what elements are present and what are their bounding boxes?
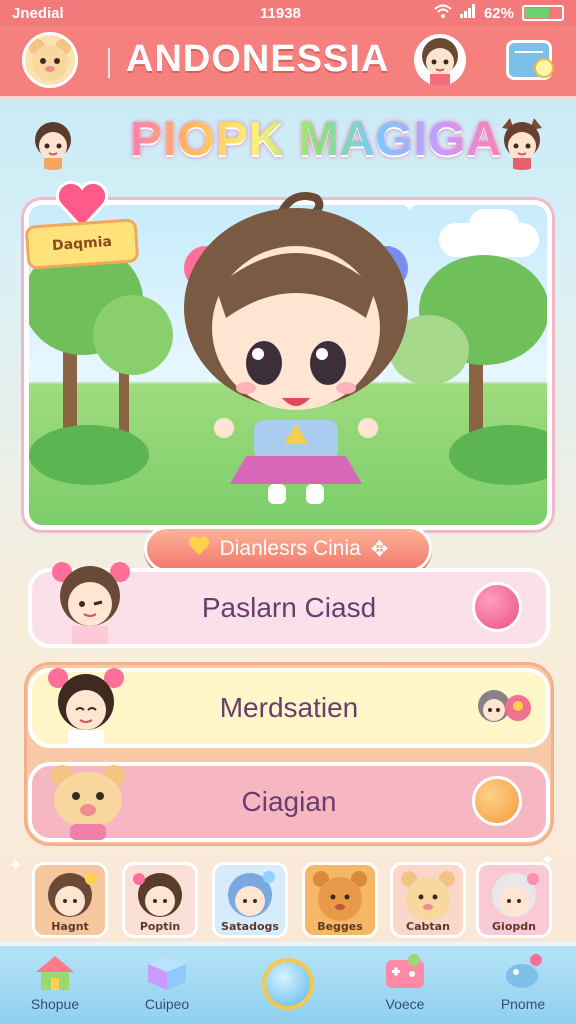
- girl-smile-avatar: [44, 664, 128, 748]
- bear-avatar-button[interactable]: [22, 32, 78, 88]
- profile-avatar-button[interactable]: [414, 34, 466, 86]
- bush: [29, 425, 149, 485]
- box-icon: [146, 954, 188, 992]
- character-name: Hagnt: [51, 920, 89, 933]
- left-mascot: [26, 116, 80, 170]
- bird-icon: [502, 954, 544, 992]
- character-card[interactable]: Giopdn: [476, 862, 552, 938]
- character-card[interactable]: Hagnt: [32, 862, 108, 938]
- tree: [93, 295, 173, 375]
- section-title-pill: Dianlesrs Cinia ✥: [144, 526, 432, 572]
- nav-label: Pnome: [500, 996, 546, 1012]
- character-card[interactable]: Poptin: [122, 862, 198, 938]
- status-bar: Jnedial 11938 62%: [0, 0, 576, 26]
- character-card[interactable]: Satadogs: [212, 862, 288, 938]
- header: ANDONESSIA: [0, 26, 576, 100]
- nav-collection[interactable]: Cuipeo: [124, 954, 210, 1024]
- battery-percent: 62%: [483, 4, 514, 22]
- clock: 11938: [260, 4, 301, 22]
- mail-badge: [534, 58, 554, 78]
- bottom-nav: Shopue Cuipeo Voece Pnome: [0, 942, 576, 1024]
- battery-icon: [522, 5, 564, 21]
- heart-icon: [188, 536, 210, 562]
- signal-icon: [459, 4, 476, 22]
- cloud: [469, 209, 519, 239]
- heart-icon: [54, 180, 109, 231]
- nav-label: Cuipeo: [144, 996, 190, 1012]
- stage-banner: Daqmia: [24, 218, 140, 270]
- nav-center[interactable]: [245, 954, 331, 1024]
- nav-shop[interactable]: Shopue: [12, 954, 98, 1024]
- girl-wink-avatar: [44, 556, 134, 646]
- house-icon: [34, 954, 76, 992]
- sparkle-icon: ✦: [540, 850, 556, 871]
- nav-voice[interactable]: Voece: [362, 954, 448, 1024]
- main-character[interactable]: [176, 188, 416, 508]
- gamepad-icon: [384, 954, 426, 992]
- character-card[interactable]: Begges: [302, 862, 378, 938]
- character-name: Poptin: [139, 920, 181, 933]
- character-name: Cabtan: [406, 920, 450, 933]
- character-name: Begges: [317, 920, 363, 933]
- game-logo: PIOPK MAGIGA: [130, 113, 503, 166]
- status-icons: 62%: [434, 4, 564, 22]
- menu-button-label: Paslarn Ciasd: [201, 592, 377, 623]
- character-name: Satadogs: [221, 920, 279, 933]
- character-select-row: Hagnt Poptin Satadogs Begges Cabtan Giop…: [0, 858, 576, 942]
- wifi-icon: [434, 4, 452, 22]
- menu-button-label: Merdsatien: [219, 692, 359, 723]
- character-card[interactable]: Cabtan: [390, 862, 466, 938]
- page-title: ANDONESSIA: [126, 38, 390, 80]
- sparkle-icon: ✦: [402, 196, 418, 217]
- orange-orb-icon[interactable]: [472, 776, 522, 826]
- right-mascot: [494, 116, 550, 170]
- nav-label: Shopue: [30, 996, 80, 1012]
- section-title: Dianlesrs Cinia: [219, 537, 361, 560]
- sparkle-icon: ✦: [8, 855, 24, 876]
- pink-orb-icon[interactable]: [472, 582, 522, 632]
- carrier-label: Jnedial: [12, 4, 64, 22]
- nav-label: Voece: [385, 996, 425, 1012]
- compass-icon: [262, 958, 314, 1010]
- menu-button-label: Ciagian: [241, 786, 337, 817]
- divider: [108, 48, 110, 78]
- bear-avatar: [46, 762, 130, 840]
- small-girl-avatar[interactable]: [474, 684, 534, 732]
- bush: [449, 425, 547, 485]
- nav-profile[interactable]: Pnome: [480, 954, 566, 1024]
- character-name: Giopdn: [492, 920, 536, 933]
- sparkle-icon: ✥: [370, 537, 389, 561]
